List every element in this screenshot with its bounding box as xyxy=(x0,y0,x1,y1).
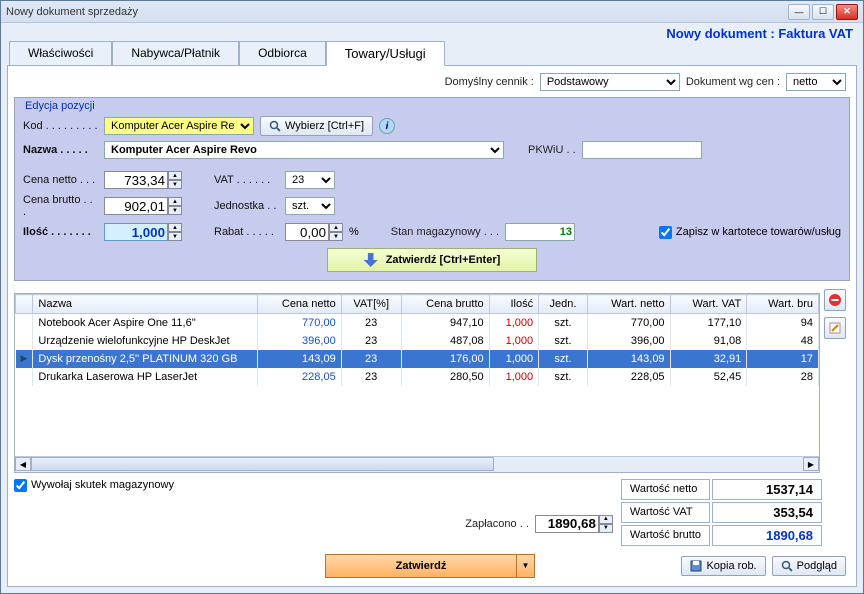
magnifier-icon xyxy=(781,560,793,572)
net-price-label: Cena netto . . . xyxy=(23,174,98,186)
draft-button[interactable]: Kopia rob. xyxy=(681,556,765,576)
save-catalog-checkbox[interactable]: Zapisz w kartotece towarów/usług xyxy=(659,226,841,239)
fieldset-legend: Edycja pozycji xyxy=(25,100,841,112)
total-label: Wartość VAT xyxy=(621,502,710,523)
totals-table: Wartość netto1537,14Wartość VAT353,54War… xyxy=(619,477,824,548)
pkwiu-label: PKWiU . . xyxy=(528,144,576,156)
total-label: Wartość brutto xyxy=(621,525,710,546)
table-row[interactable]: ▶Dysk przenośny 2,5'' PLATINUM 320 GB143… xyxy=(16,350,819,368)
code-label: Kod . . . . . . . . . xyxy=(23,120,98,132)
approve-line-button[interactable]: Zatwierdź [Ctrl+Enter] xyxy=(327,248,537,272)
titlebar: Nowy dokument sprzedaży — ☐ ✕ xyxy=(1,1,863,23)
warehouse-effect-checkbox[interactable]: Wywołaj skutek magazynowy xyxy=(14,479,174,492)
minimize-button[interactable]: — xyxy=(788,4,810,20)
scroll-left-icon[interactable]: ◀ xyxy=(15,457,31,471)
name-combo[interactable]: Komputer Acer Aspire Revo xyxy=(104,141,504,159)
delete-row-button[interactable] xyxy=(824,289,846,311)
unit-select[interactable]: szt. xyxy=(285,197,335,215)
pricelist-select[interactable]: Podstawowy xyxy=(540,73,680,91)
info-icon[interactable]: i xyxy=(379,118,395,134)
discount-spinner[interactable]: ▲▼ xyxy=(285,223,343,241)
horizontal-scrollbar[interactable]: ◀ ▶ xyxy=(15,456,819,472)
discount-label: Rabat . . . . . xyxy=(214,226,279,238)
tab-recipient[interactable]: Odbiorca xyxy=(239,41,326,66)
gross-price-label: Cena brutto . . . xyxy=(23,194,98,218)
prices-by-select[interactable]: netto xyxy=(786,73,846,91)
stock-value xyxy=(505,223,575,241)
total-value: 1890,68 xyxy=(712,525,822,546)
window-title: Nowy dokument sprzedaży xyxy=(6,6,788,18)
table-row[interactable]: Notebook Acer Aspire One 11,6''770,00239… xyxy=(16,314,819,332)
submit-dropdown-icon[interactable]: ▼ xyxy=(516,555,534,577)
net-price-spinner[interactable]: ▲▼ xyxy=(104,171,182,189)
total-value: 1537,14 xyxy=(712,479,822,500)
vat-label: VAT . . . . . . xyxy=(214,174,279,186)
close-button[interactable]: ✕ xyxy=(836,4,858,20)
tab-body: Domyślny cennik : Podstawowy Dokument wg… xyxy=(7,65,857,587)
discount-unit: % xyxy=(349,226,359,238)
maximize-button[interactable]: ☐ xyxy=(812,4,834,20)
paid-label: Zapłacono . . xyxy=(465,518,529,530)
paid-spinner[interactable]: ▲▼ xyxy=(535,515,613,533)
prices-by-label: Dokument wg cen : xyxy=(686,76,780,88)
tab-goods[interactable]: Towary/Usługi xyxy=(326,41,445,66)
preview-button[interactable]: Podgląd xyxy=(772,556,846,576)
edit-position-fieldset: Edycja pozycji Kod . . . . . . . . . Kom… xyxy=(14,97,850,281)
table-row[interactable]: Drukarka Laserowa HP LaserJet228,0523280… xyxy=(16,368,819,386)
scroll-right-icon[interactable]: ▶ xyxy=(803,457,819,471)
total-value: 353,54 xyxy=(712,502,822,523)
disk-icon xyxy=(690,560,702,572)
vat-select[interactable]: 23 xyxy=(285,171,335,189)
gross-price-spinner[interactable]: ▲▼ xyxy=(104,197,182,215)
tab-buyer[interactable]: Nabywca/Płatnik xyxy=(112,41,239,66)
table-row[interactable]: Urządzenie wielofunkcyjne HP DeskJet396,… xyxy=(16,332,819,350)
items-grid[interactable]: NazwaCena nettoVAT[%]Cena bruttoIlośćJed… xyxy=(14,293,820,473)
qty-label: Ilość . . . . . . . xyxy=(23,226,98,238)
tabs: Właściwości Nabywca/Płatnik Odbiorca Tow… xyxy=(1,40,863,65)
total-label: Wartość netto xyxy=(621,479,710,500)
qty-spinner[interactable]: ▲▼ xyxy=(104,223,182,241)
choose-button[interactable]: Wybierz [Ctrl+F] xyxy=(260,116,373,136)
pricelist-label: Domyślny cennik : xyxy=(445,76,534,88)
stock-label: Stan magazynowy . . . xyxy=(391,226,499,238)
code-combo[interactable]: Komputer Acer Aspire Revo xyxy=(104,117,254,135)
edit-row-button[interactable] xyxy=(824,317,846,339)
name-label: Nazwa . . . . . xyxy=(23,144,98,156)
search-icon xyxy=(269,120,281,132)
submit-document-button[interactable]: Zatwierdź ▼ xyxy=(325,554,535,578)
unit-label: Jednostka . . xyxy=(214,200,279,212)
tab-properties[interactable]: Właściwości xyxy=(9,41,112,66)
pkwiu-input[interactable] xyxy=(582,141,702,159)
arrow-down-icon xyxy=(364,253,378,267)
